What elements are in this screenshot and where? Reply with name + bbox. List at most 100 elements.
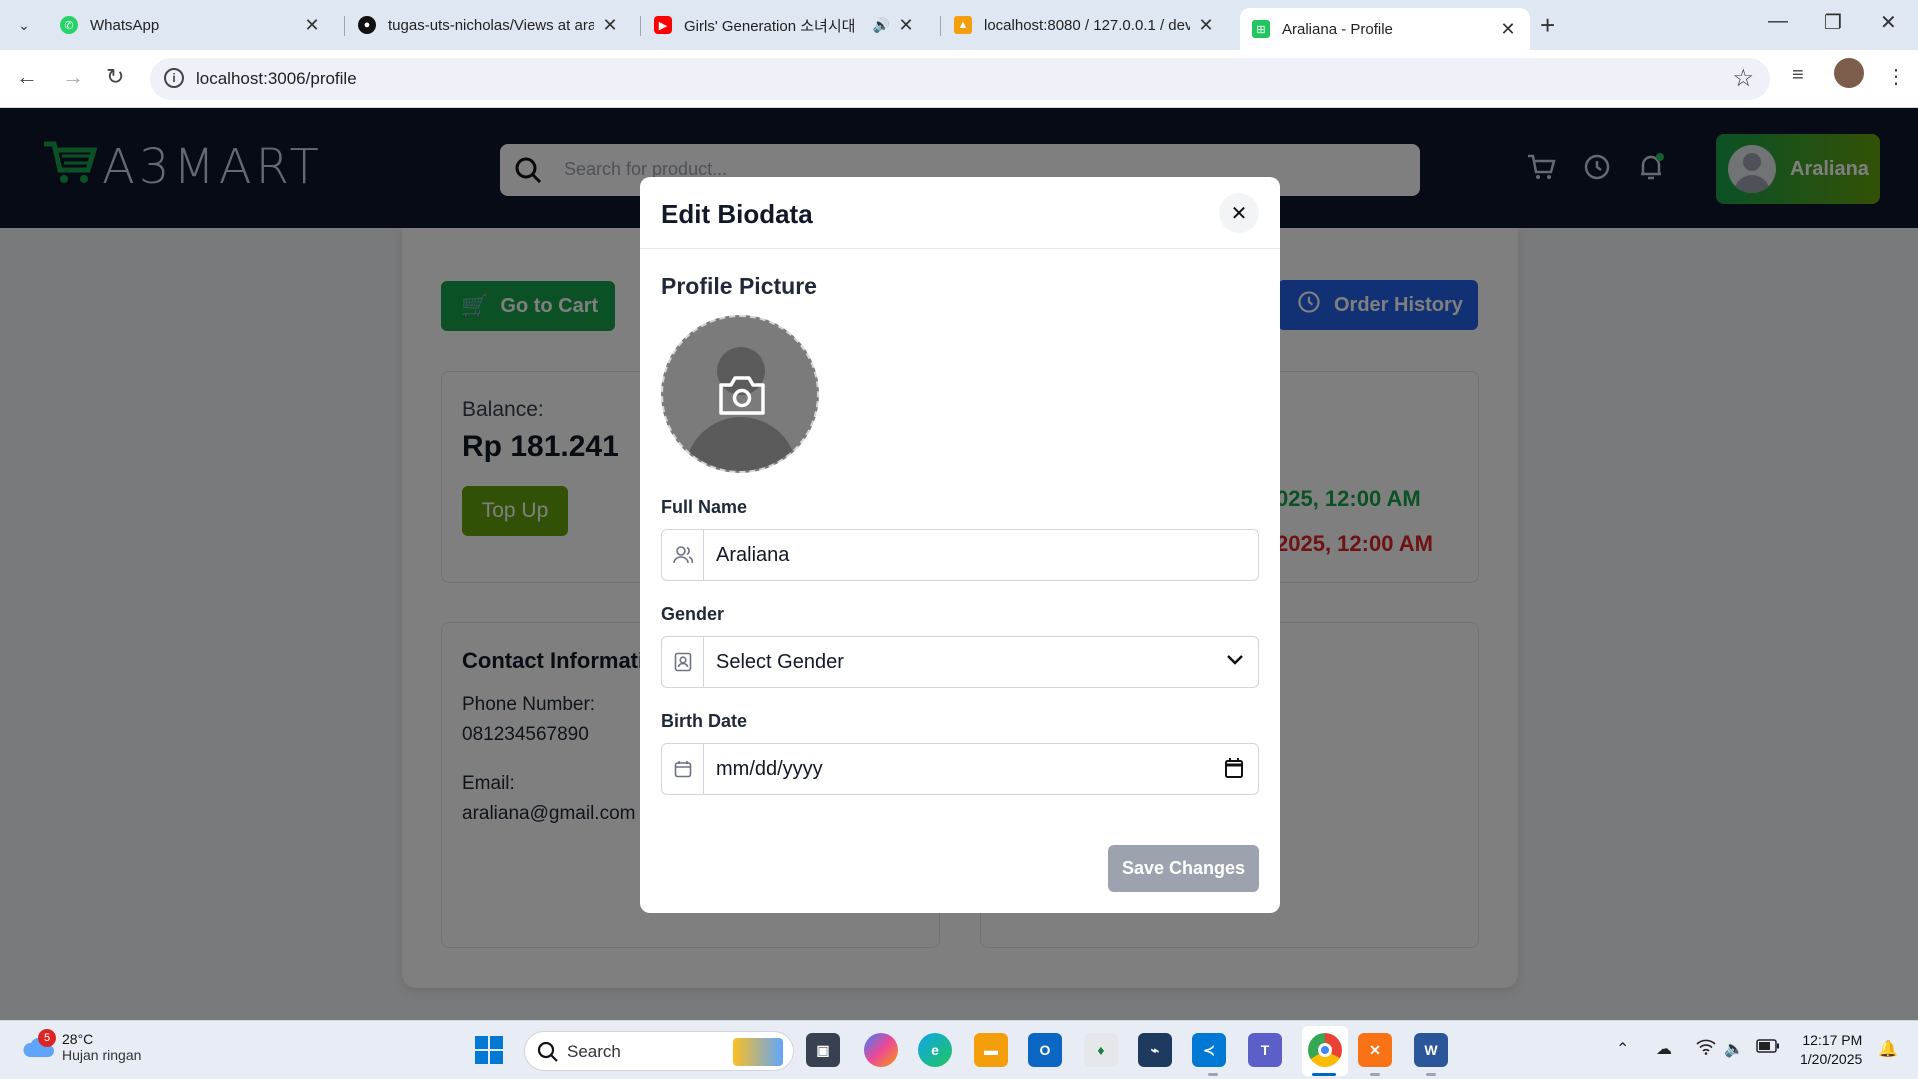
tab-whatsapp[interactable]: ✆ WhatsApp ✕ bbox=[48, 8, 334, 42]
close-tab-icon[interactable]: ✕ bbox=[600, 15, 620, 36]
weather-text: Hujan ringan bbox=[62, 1047, 142, 1063]
word-icon[interactable]: W bbox=[1414, 1033, 1448, 1067]
weather-badge: 5 bbox=[38, 1029, 56, 1047]
clock-time: 12:17 PM bbox=[1802, 1032, 1863, 1048]
browser-tab-bar: ⌄ ✆ WhatsApp ✕ ● tugas-uts-nicholas/View… bbox=[0, 0, 1918, 50]
birth-date-label: Birth Date bbox=[661, 711, 748, 731]
minimize-icon[interactable]: — bbox=[1768, 10, 1788, 33]
address-bar: ← → ↻ i localhost:3006/profile ☆ ≡ ⋮ bbox=[0, 50, 1918, 108]
modal-title: Edit Biodata bbox=[661, 199, 813, 229]
new-tab-button[interactable]: + bbox=[1540, 10, 1555, 41]
restore-icon[interactable]: ❐ bbox=[1824, 10, 1842, 35]
id-card-icon bbox=[662, 637, 704, 687]
running-indicator bbox=[1426, 1073, 1436, 1076]
profile-picture-upload[interactable] bbox=[661, 315, 819, 473]
gender-label: Gender bbox=[661, 604, 725, 624]
show-hidden-icons[interactable]: ⌃ bbox=[1616, 1039, 1629, 1059]
close-icon: ✕ bbox=[1230, 202, 1248, 225]
full-name-field[interactable]: Araliana bbox=[661, 529, 1259, 581]
gender-select[interactable]: Select Gender bbox=[661, 636, 1259, 688]
taskbar-search[interactable]: Search bbox=[524, 1031, 794, 1071]
camera-icon bbox=[717, 373, 767, 422]
user-icon bbox=[662, 530, 704, 580]
bookmark-star-icon[interactable]: ☆ bbox=[1732, 64, 1754, 93]
tab-araliana-profile[interactable]: ⊞ Araliana - Profile ✕ bbox=[1240, 8, 1530, 50]
search-highlight-icon bbox=[733, 1038, 783, 1066]
profile-avatar-icon[interactable] bbox=[1834, 58, 1864, 88]
windows-start-icon[interactable] bbox=[472, 1033, 506, 1067]
temperature: 28°C bbox=[62, 1031, 94, 1047]
onedrive-icon[interactable]: ☁ bbox=[1656, 1039, 1672, 1059]
file-explorer-icon[interactable]: ▬ bbox=[974, 1033, 1008, 1067]
outlook-icon[interactable]: O bbox=[1028, 1033, 1062, 1067]
modal-header: Edit Biodata ✕ bbox=[640, 177, 1280, 249]
copilot-icon[interactable] bbox=[864, 1033, 898, 1067]
teams-icon[interactable]: T bbox=[1248, 1033, 1282, 1067]
notifications-icon[interactable]: 🔔 bbox=[1878, 1039, 1898, 1059]
forward-icon[interactable]: → bbox=[62, 64, 84, 90]
wifi-icon[interactable] bbox=[1696, 1039, 1716, 1060]
full-name-value: Araliana bbox=[716, 544, 790, 566]
vscode-icon[interactable]: ≺ bbox=[1192, 1033, 1226, 1067]
tab-separator bbox=[344, 16, 345, 36]
running-indicator bbox=[1370, 1073, 1380, 1076]
tab-github[interactable]: ● tugas-uts-nicholas/Views at ara ✕ bbox=[346, 8, 632, 42]
xampp-icon[interactable]: ✕ bbox=[1358, 1033, 1392, 1067]
birth-date-field[interactable]: mm/dd/yyyy bbox=[661, 743, 1259, 795]
active-indicator bbox=[1312, 1073, 1336, 1076]
mysql-workbench-icon[interactable]: ⌁ bbox=[1138, 1033, 1172, 1067]
volume-icon[interactable]: 🔈 bbox=[1724, 1039, 1744, 1059]
running-indicator bbox=[1208, 1073, 1218, 1076]
tab-phpmyadmin[interactable]: ▲ localhost:8080 / 127.0.0.1 / dev ✕ bbox=[942, 8, 1228, 42]
tab-title: Araliana - Profile bbox=[1282, 20, 1393, 38]
chevron-down-icon bbox=[1226, 653, 1244, 671]
calendar-icon bbox=[662, 744, 704, 794]
task-view-icon[interactable]: ▣ bbox=[806, 1033, 840, 1067]
weather-cloud-icon: 5 bbox=[22, 1029, 56, 1061]
close-tab-icon[interactable]: ✕ bbox=[1196, 15, 1216, 36]
browser-menu-icon[interactable]: ⋮ bbox=[1886, 64, 1906, 89]
search-icon bbox=[537, 1041, 559, 1068]
tab-youtube[interactable]: ▶ Girls' Generation 소녀시대 🔊 ✕ bbox=[642, 8, 928, 42]
reload-icon[interactable]: ↻ bbox=[106, 64, 124, 90]
taskbar-search-label: Search bbox=[567, 1042, 621, 1061]
chrome-icon[interactable] bbox=[1308, 1033, 1342, 1067]
tab-list-button[interactable]: ⌄ bbox=[10, 12, 38, 38]
close-tab-icon[interactable]: ✕ bbox=[896, 15, 916, 36]
clock-date: 1/20/2025 bbox=[1800, 1051, 1863, 1067]
profile-picture-label: Profile Picture bbox=[661, 273, 817, 299]
media-controls-icon[interactable]: ≡ bbox=[1792, 64, 1804, 87]
close-modal-button[interactable]: ✕ bbox=[1219, 193, 1259, 233]
windows-taskbar: 5 28°C Hujan ringan Search ▣ e ▬ O ♦ ⌁ ≺… bbox=[0, 1020, 1918, 1079]
tab-separator bbox=[640, 16, 641, 36]
youtube-icon: ▶ bbox=[654, 16, 672, 34]
close-tab-icon[interactable]: ✕ bbox=[1498, 19, 1518, 40]
weather-widget[interactable]: 5 28°C Hujan ringan bbox=[22, 1029, 142, 1063]
back-icon[interactable]: ← bbox=[16, 64, 38, 90]
close-tab-icon[interactable]: ✕ bbox=[302, 15, 322, 36]
tab-title: localhost:8080 / 127.0.0.1 / dev bbox=[984, 16, 1190, 34]
date-picker-icon[interactable] bbox=[1224, 757, 1244, 784]
whatsapp-icon: ✆ bbox=[60, 16, 78, 34]
github-icon: ● bbox=[358, 16, 376, 34]
tab-title: tugas-uts-nicholas/Views at ara bbox=[388, 16, 594, 34]
url-text[interactable]: localhost:3006/profile bbox=[196, 69, 357, 89]
tab-title: Girls' Generation 소녀시대 bbox=[684, 17, 856, 35]
site-info-icon[interactable]: i bbox=[164, 68, 184, 88]
full-name-label: Full Name bbox=[661, 497, 748, 517]
phpmyadmin-icon: ▲ bbox=[954, 16, 972, 34]
speaker-icon[interactable]: 🔊 bbox=[873, 17, 890, 34]
close-window-icon[interactable]: ✕ bbox=[1880, 10, 1897, 35]
a3mart-icon: ⊞ bbox=[1252, 20, 1270, 38]
avatar-placeholder-body bbox=[685, 417, 797, 471]
edge-icon[interactable]: e bbox=[918, 1033, 952, 1067]
gender-value: Select Gender bbox=[716, 651, 844, 673]
birth-date-value: mm/dd/yyyy bbox=[716, 758, 823, 780]
battery-icon[interactable] bbox=[1756, 1039, 1780, 1058]
edit-biodata-modal: Edit Biodata ✕ Profile Picture Full Name… bbox=[640, 177, 1280, 913]
tab-separator bbox=[940, 16, 941, 36]
system-clock[interactable]: 12:17 PM 1/20/2025 bbox=[1800, 1031, 1862, 1069]
url-bar[interactable]: i localhost:3006/profile ☆ bbox=[150, 58, 1770, 100]
save-changes-button[interactable]: Save Changes bbox=[1108, 845, 1259, 892]
mongodb-icon[interactable]: ♦ bbox=[1084, 1033, 1118, 1067]
